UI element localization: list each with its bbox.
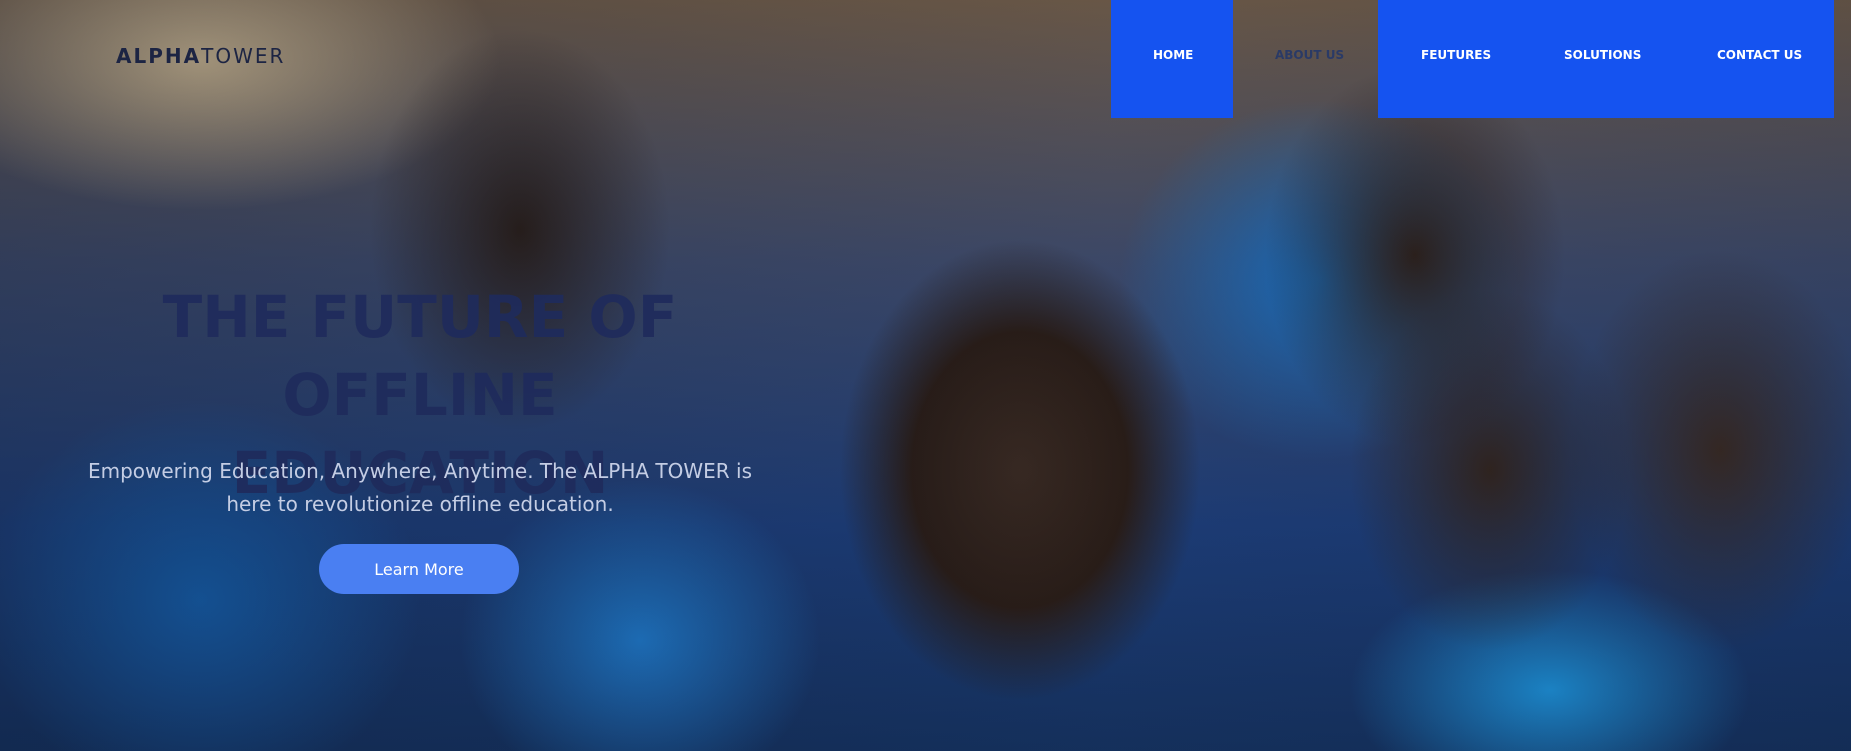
hero-subtitle-line2: here to revolutionize offline education. <box>226 492 614 516</box>
hero-headline-line1: THE FUTURE OF <box>162 283 678 351</box>
nav-item-about-us[interactable]: ABOUT US <box>1275 48 1344 62</box>
logo-text-tower: TOWER <box>201 44 286 68</box>
hero-subtitle-line1: Empowering Education, Anywhere, Anytime.… <box>87 459 753 483</box>
nav-item-home[interactable]: HOME <box>1153 48 1193 62</box>
logo-text-alpha: ALPHA <box>116 44 202 68</box>
nav-item-contact-us[interactable]: CONTACT US <box>1717 48 1802 62</box>
hero-section: ALPHATOWER HOME ABOUT US FEUTURES SOLUTI… <box>0 0 1851 751</box>
site-logo[interactable]: ALPHATOWER <box>116 44 285 68</box>
nav-item-features[interactable]: FEUTURES <box>1421 48 1491 62</box>
learn-more-button[interactable]: Learn More <box>319 544 519 594</box>
hero-subtitle: Empowering Education, Anywhere, Anytime.… <box>60 455 780 521</box>
nav-item-solutions[interactable]: SOLUTIONS <box>1564 48 1641 62</box>
